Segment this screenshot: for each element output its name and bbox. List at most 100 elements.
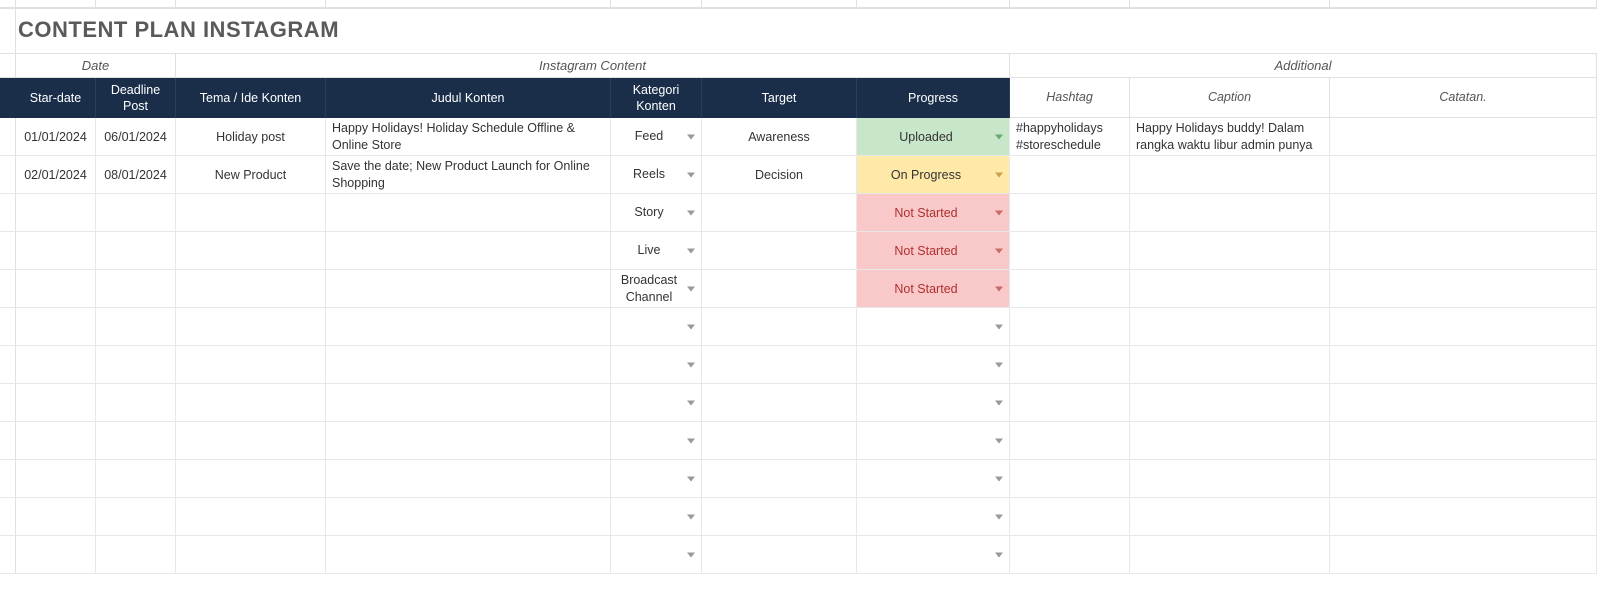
cell-tema[interactable]	[176, 460, 326, 498]
cell-target[interactable]	[702, 346, 857, 384]
cell-start-date[interactable]	[16, 232, 96, 270]
cell-judul[interactable]: Happy Holidays! Holiday Schedule Offline…	[326, 118, 611, 156]
cell-judul[interactable]	[326, 232, 611, 270]
cell-progress-dropdown[interactable]: Not Started	[857, 232, 1010, 270]
cell-kategori-dropdown[interactable]	[611, 460, 702, 498]
cell-caption[interactable]	[1130, 498, 1330, 536]
cell-kategori-dropdown[interactable]	[611, 422, 702, 460]
cell-start-date[interactable]	[16, 346, 96, 384]
gutter-cell[interactable]	[0, 308, 16, 346]
cell-catatan[interactable]	[1330, 156, 1597, 194]
header-tema[interactable]: Tema / Ide Konten	[176, 78, 326, 118]
header-start-date[interactable]: Star-date	[16, 78, 96, 118]
cell-start-date[interactable]	[16, 384, 96, 422]
gutter-cell[interactable]	[0, 118, 16, 156]
cell-start-date[interactable]: 01/01/2024	[16, 118, 96, 156]
gutter-cell[interactable]	[0, 270, 16, 308]
cell-catatan[interactable]	[1330, 270, 1597, 308]
cell-catatan[interactable]	[1330, 118, 1597, 156]
header-judul[interactable]: Judul Konten	[326, 78, 611, 118]
cell-tema[interactable]	[176, 308, 326, 346]
gutter-cell[interactable]	[0, 9, 16, 53]
cell-deadline[interactable]	[96, 194, 176, 232]
cell-judul[interactable]: Save the date; New Product Launch for On…	[326, 156, 611, 194]
header-target[interactable]: Target	[702, 78, 857, 118]
cell-catatan[interactable]	[1330, 308, 1597, 346]
cell-target[interactable]	[702, 384, 857, 422]
cell-hashtag[interactable]	[1010, 384, 1130, 422]
cell-caption[interactable]	[1130, 194, 1330, 232]
cell-progress-dropdown[interactable]	[857, 384, 1010, 422]
cell-tema[interactable]	[176, 270, 326, 308]
header-kategori[interactable]: Kategori Konten	[611, 78, 702, 118]
gutter-cell[interactable]	[0, 156, 16, 194]
cell-tema[interactable]: Holiday post	[176, 118, 326, 156]
cell-caption[interactable]	[1130, 384, 1330, 422]
gutter-cell[interactable]	[0, 232, 16, 270]
cell-target[interactable]: Decision	[702, 156, 857, 194]
gutter-cell[interactable]	[0, 194, 16, 232]
cell-catatan[interactable]	[1330, 232, 1597, 270]
cell-deadline[interactable]	[96, 422, 176, 460]
page-title[interactable]: CONTENT PLAN INSTAGRAM	[16, 9, 1597, 53]
cell-caption[interactable]: Happy Holidays buddy! Dalam rangka waktu…	[1130, 118, 1330, 156]
gutter-cell[interactable]	[0, 422, 16, 460]
cell-catatan[interactable]	[1330, 346, 1597, 384]
cell-deadline[interactable]	[96, 498, 176, 536]
cell-progress-dropdown[interactable]	[857, 422, 1010, 460]
cell-tema[interactable]	[176, 232, 326, 270]
cell-tema[interactable]	[176, 536, 326, 574]
cell-kategori-dropdown[interactable]	[611, 498, 702, 536]
cell-hashtag[interactable]	[1010, 232, 1130, 270]
cell-judul[interactable]	[326, 346, 611, 384]
cell-caption[interactable]	[1130, 156, 1330, 194]
cell-kategori-dropdown[interactable]: Broadcast Channel	[611, 270, 702, 308]
cell-hashtag[interactable]	[1010, 460, 1130, 498]
cell-kategori-dropdown[interactable]	[611, 308, 702, 346]
cell-catatan[interactable]	[1330, 460, 1597, 498]
cell-hashtag[interactable]	[1010, 422, 1130, 460]
cell-deadline[interactable]	[96, 308, 176, 346]
cell-progress-dropdown[interactable]	[857, 308, 1010, 346]
gutter-cell[interactable]	[0, 384, 16, 422]
cell-catatan[interactable]	[1330, 422, 1597, 460]
cell-caption[interactable]	[1130, 232, 1330, 270]
cell-judul[interactable]	[326, 194, 611, 232]
cell-start-date[interactable]	[16, 270, 96, 308]
cell-start-date[interactable]	[16, 460, 96, 498]
group-date[interactable]: Date	[16, 54, 176, 78]
cell-judul[interactable]	[326, 308, 611, 346]
cell-deadline[interactable]: 06/01/2024	[96, 118, 176, 156]
cell-catatan[interactable]	[1330, 536, 1597, 574]
gutter-cell[interactable]	[0, 54, 16, 78]
cell-hashtag[interactable]: #happyholidays #storeschedule	[1010, 118, 1130, 156]
cell-hashtag[interactable]	[1010, 308, 1130, 346]
cell-kategori-dropdown[interactable]: Story	[611, 194, 702, 232]
header-deadline[interactable]: Deadline Post	[96, 78, 176, 118]
cell-hashtag[interactable]	[1010, 270, 1130, 308]
cell-kategori-dropdown[interactable]	[611, 384, 702, 422]
cell-caption[interactable]	[1130, 270, 1330, 308]
cell-judul[interactable]	[326, 422, 611, 460]
header-catatan[interactable]: Catatan.	[1330, 78, 1597, 118]
header-caption[interactable]: Caption	[1130, 78, 1330, 118]
cell-caption[interactable]	[1130, 308, 1330, 346]
cell-deadline[interactable]	[96, 346, 176, 384]
cell-deadline[interactable]	[96, 232, 176, 270]
cell-kategori-dropdown[interactable]	[611, 536, 702, 574]
cell-catatan[interactable]	[1330, 498, 1597, 536]
gutter-cell[interactable]	[0, 498, 16, 536]
cell-start-date[interactable]	[16, 308, 96, 346]
cell-judul[interactable]	[326, 384, 611, 422]
cell-progress-dropdown[interactable]	[857, 460, 1010, 498]
gutter-cell[interactable]	[0, 346, 16, 384]
cell-progress-dropdown[interactable]	[857, 346, 1010, 384]
cell-progress-dropdown[interactable]: On Progress	[857, 156, 1010, 194]
cell-judul[interactable]	[326, 460, 611, 498]
cell-progress-dropdown[interactable]: Uploaded	[857, 118, 1010, 156]
cell-start-date[interactable]	[16, 422, 96, 460]
cell-caption[interactable]	[1130, 422, 1330, 460]
cell-hashtag[interactable]	[1010, 346, 1130, 384]
gutter-cell[interactable]	[0, 78, 16, 118]
cell-target[interactable]	[702, 194, 857, 232]
